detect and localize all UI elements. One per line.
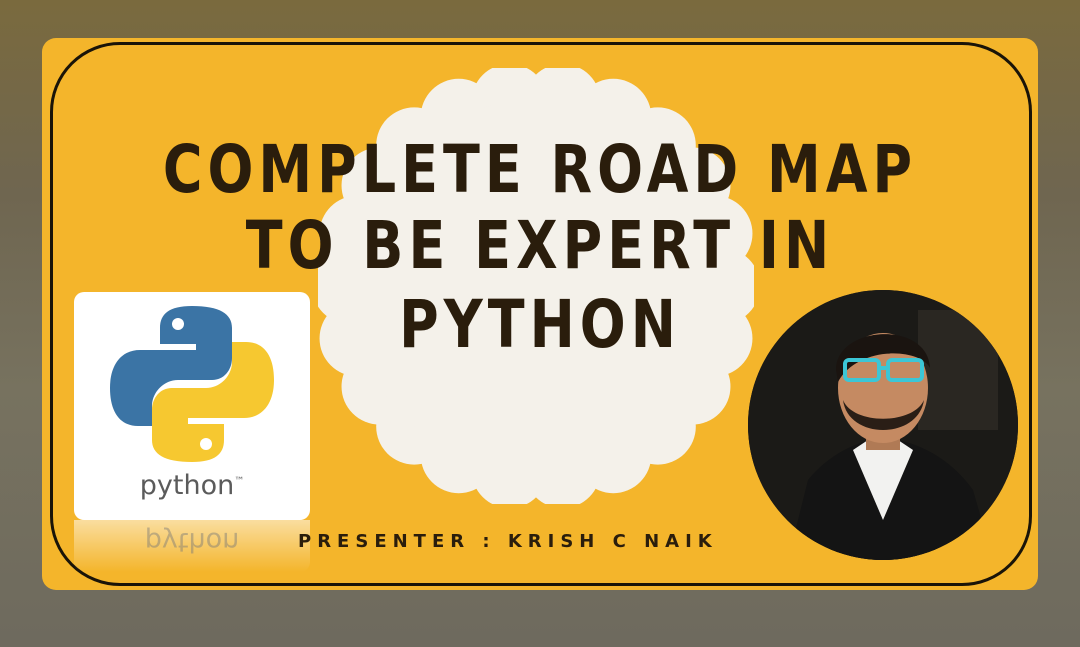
presenter-photo xyxy=(748,290,1018,560)
headline-line-2: TO BE EXPERT IN xyxy=(245,206,835,284)
python-wordmark-text: python xyxy=(139,470,235,501)
python-logo-icon xyxy=(110,306,274,462)
python-logo-card: python™ xyxy=(74,292,310,520)
python-wordmark-reflection: python xyxy=(144,526,240,557)
headline-line-1: COMPLETE ROAD MAP xyxy=(162,130,918,208)
presenter-caption: PRESENTER : KRISH C NAIK xyxy=(298,531,718,552)
trademark-mark: ™ xyxy=(234,476,245,487)
python-wordmark: python™ xyxy=(74,470,310,501)
presenter-illustration xyxy=(748,290,1018,560)
